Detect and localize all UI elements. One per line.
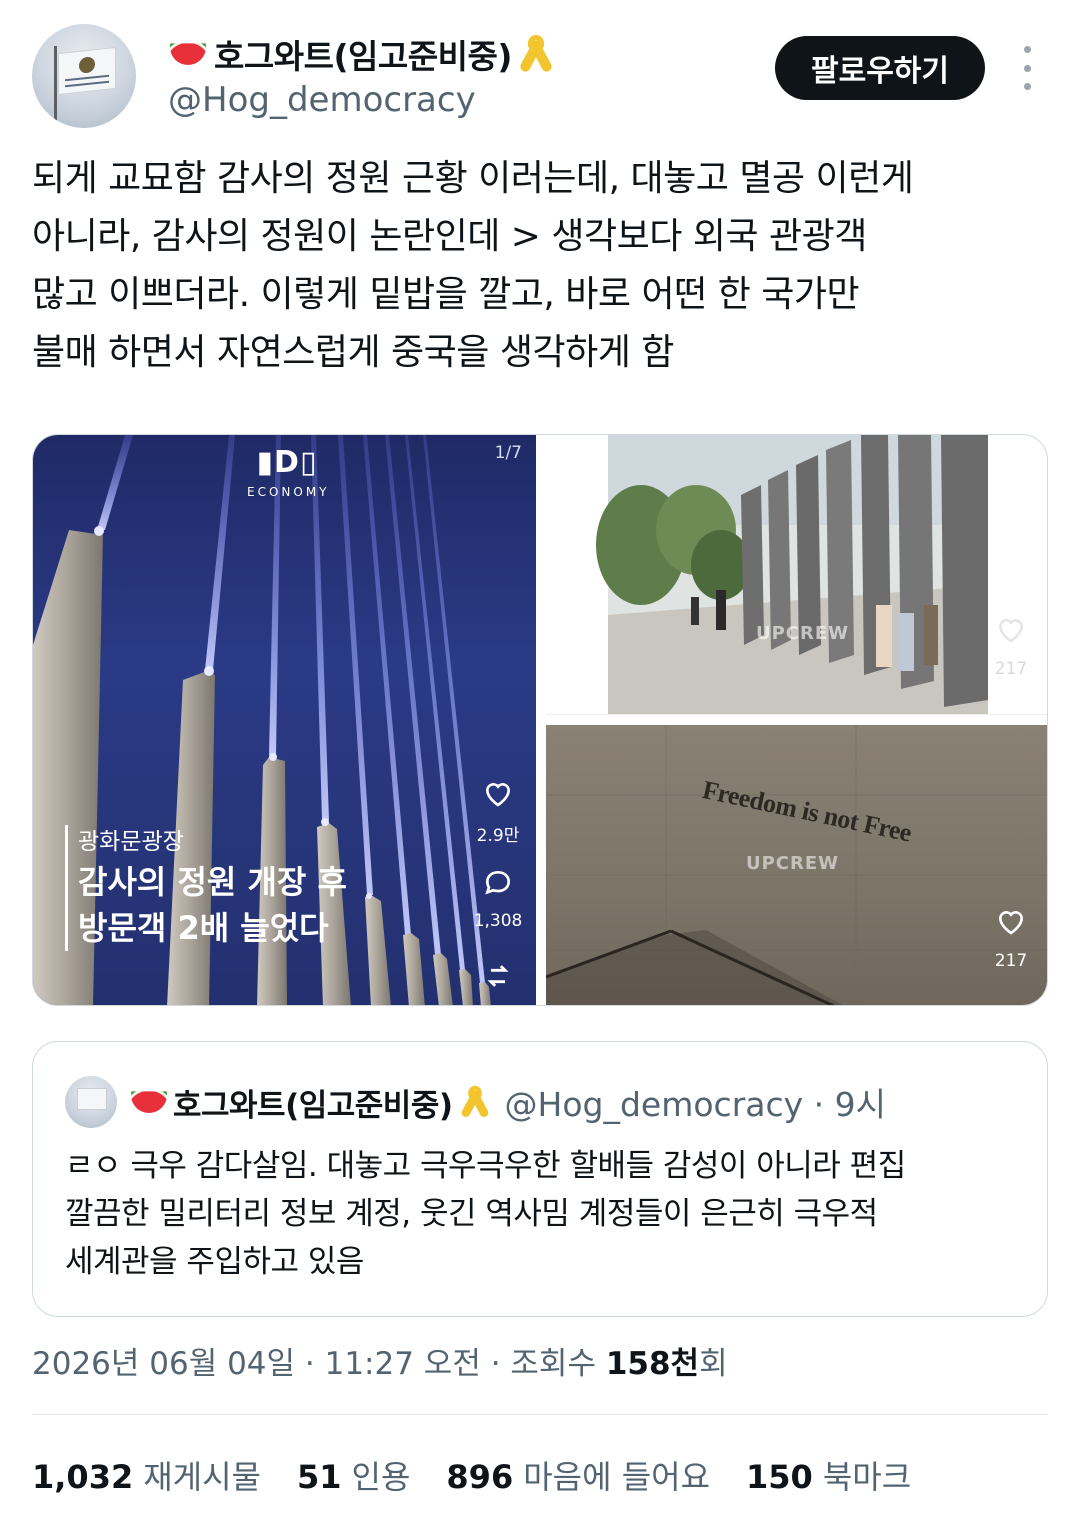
more-options-icon[interactable] xyxy=(1012,46,1042,90)
bookmarks-stat[interactable]: 150 북마크 xyxy=(746,1452,911,1498)
tweet-datetime[interactable]: 2026년 06월 04일 · 11:27 오전 · 조회수 xyxy=(32,1346,606,1382)
news-logo: ▮D▯ ECONOMY xyxy=(247,445,327,499)
flag-image xyxy=(58,46,116,96)
author-name-row[interactable]: 호그와트(임고준비중) xyxy=(168,30,554,78)
bookmarks-count: 150 xyxy=(746,1458,813,1496)
quotes-label: 인용 xyxy=(351,1458,411,1496)
divider xyxy=(32,1414,1048,1415)
heart-icon xyxy=(998,911,1024,935)
engagement-stats: 1,032 재게시물 51 인용 896 마음에 들어요 150 북마크 xyxy=(32,1452,911,1498)
likes-count: 896 xyxy=(446,1458,514,1496)
news-logo-mark: ▮D▯ xyxy=(256,445,318,480)
media-grid: 1/7 ▮D▯ ECONOMY 광화문광장 감사의 정원 개장 후 방문객 2배… xyxy=(32,434,1048,1006)
quoted-line: 깔끔한 밀리터리 정보 계정, 웃긴 역사밈 계정들이 은근히 극우적 xyxy=(65,1196,878,1232)
author-handle[interactable]: @Hog_democracy xyxy=(168,80,476,120)
image-like-count: 217 xyxy=(994,951,1028,971)
yellow-ribbon-emoji-icon xyxy=(459,1084,490,1120)
tweet-text: 되게 교묘함 감사의 정원 근황 이러는데, 대놓고 멸공 이런게 아니라, 감… xyxy=(32,150,1047,382)
upcrew-watermark: UPCREW xyxy=(746,853,840,874)
image-like-count: 217 xyxy=(994,659,1028,679)
quoted-author-avatar xyxy=(65,1076,117,1128)
reposts-label: 재게시물 xyxy=(143,1458,261,1496)
quoted-tweet-text: ㄹㅇ 극우 감다살임. 대놓고 극우극우한 할배들 감성이 아니라 편집 깔끔한… xyxy=(65,1142,1025,1286)
quoted-tweet[interactable]: 호그와트(임고준비중) @Hog_democracy · 9시 ㄹㅇ 극우 감다… xyxy=(32,1041,1048,1317)
likes-label: 마음에 들어요 xyxy=(523,1458,711,1496)
view-suffix: 회 xyxy=(699,1346,728,1382)
reposts-stat[interactable]: 1,032 재게시물 xyxy=(32,1452,261,1498)
tweet-timestamp-views: 2026년 06월 04일 · 11:27 오전 · 조회수 158천회 xyxy=(32,1338,728,1383)
flag-pole xyxy=(54,46,57,126)
news-logo-word: ECONOMY xyxy=(247,485,330,499)
media-image-wall-inscription[interactable]: Freedom is not Free UPCREW 217 xyxy=(546,725,1047,1005)
watermelon-emoji-icon xyxy=(129,1091,169,1113)
bookmarks-label: 북마크 xyxy=(822,1458,912,1496)
image-like-count: 2.9만 xyxy=(476,826,520,846)
media-image-colonnade[interactable]: UPCREW 217 xyxy=(546,435,1047,715)
yellow-ribbon-emoji-icon xyxy=(518,33,554,75)
quoted-line: 세계관을 주입하고 있음 xyxy=(65,1244,364,1280)
quoted-handle-time: @Hog_democracy · 9시 xyxy=(504,1085,886,1124)
quoted-tweet-header: 호그와트(임고준비중) @Hog_democracy · 9시 xyxy=(129,1078,886,1126)
author-avatar[interactable] xyxy=(32,24,136,128)
tweet-line: 되게 교묘함 감사의 정원 근황 이러는데, 대놓고 멸공 이런게 xyxy=(32,158,914,199)
follow-button[interactable]: 팔로우하기 xyxy=(775,36,985,100)
upcrew-watermark: UPCREW xyxy=(756,623,850,644)
news-headline-line: 감사의 정원 개장 후 xyxy=(78,863,347,901)
media-counter: 1/7 xyxy=(494,443,522,463)
heart-icon xyxy=(998,619,1024,643)
likes-stat[interactable]: 896 마음에 들어요 xyxy=(446,1452,710,1498)
image-comment-count: 1,308 xyxy=(473,911,523,931)
tweet-line: 많고 이쁘더라. 이렇게 밑밥을 깔고, 바로 어떤 한 국가만 xyxy=(32,274,860,315)
media-image-light-pillars[interactable]: 1/7 ▮D▯ ECONOMY 광화문광장 감사의 정원 개장 후 방문객 2배… xyxy=(33,435,536,1005)
quotes-stat[interactable]: 51 인용 xyxy=(297,1452,410,1498)
view-count: 158천 xyxy=(605,1346,700,1382)
watermelon-emoji-icon xyxy=(168,43,208,65)
author-display-name[interactable]: 호그와트(임고준비중) xyxy=(214,30,512,78)
reposts-count: 1,032 xyxy=(32,1458,134,1496)
quoted-author-name: 호그와트(임고준비중) xyxy=(173,1087,453,1124)
tweet-line: 불매 하면서 자연스럽게 중국을 생각하게 함 xyxy=(32,332,674,373)
tweet-line: 아니라, 감사의 정원이 논란인데 > 생각보다 외국 관광객 xyxy=(32,216,867,257)
heart-icon xyxy=(485,783,511,807)
colonnade-photo xyxy=(596,435,988,714)
news-headline-line: 방문객 2배 늘었다 xyxy=(78,909,329,947)
news-caption: 광화문광장 감사의 정원 개장 후 방문객 2배 늘었다 xyxy=(65,825,369,951)
share-icon xyxy=(487,965,509,987)
quoted-line: ㄹㅇ 극우 감다살임. 대놓고 극우극우한 할배들 감성이 아니라 편집 xyxy=(65,1148,906,1184)
news-place: 광화문광장 xyxy=(78,829,184,855)
quotes-count: 51 xyxy=(296,1458,342,1496)
comment-icon xyxy=(485,870,511,895)
